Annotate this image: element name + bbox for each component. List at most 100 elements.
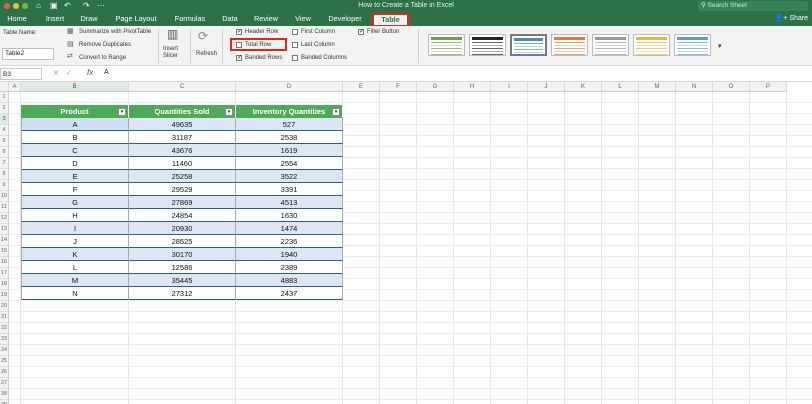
filter-dropdown-icon[interactable]: ▾ [332,108,340,116]
table-cell[interactable]: L [21,261,129,274]
column-header[interactable]: E [343,82,380,92]
table-cell[interactable]: I [21,222,129,235]
filter-dropdown-icon[interactable]: ▾ [118,108,126,116]
tab-page-layout[interactable]: Page Layout [111,12,161,26]
column-header[interactable]: G [417,82,454,92]
row-header[interactable]: 19 [0,290,9,301]
table-cell[interactable]: 2389 [236,261,343,274]
tab-data[interactable]: Data [219,12,241,26]
table-cell[interactable]: B [21,131,129,144]
row-header[interactable]: 8 [0,169,9,180]
row-header[interactable]: 25 [0,356,9,367]
row-header[interactable]: 20 [0,301,9,312]
row-header[interactable]: 27 [0,378,9,389]
banded-rows-checkbox[interactable]: ✓ [236,55,242,61]
remove-duplicates-button[interactable]: Remove Duplicates [79,42,131,48]
column-header[interactable]: O [713,82,750,92]
table-style-swatch[interactable] [674,34,711,56]
row-header[interactable]: 15 [0,246,9,257]
table-style-swatch[interactable] [592,34,629,56]
row-header[interactable]: 4 [0,125,9,136]
row-header[interactable]: 9 [0,180,9,191]
table-cell[interactable]: 24854 [129,209,236,222]
table-cell[interactable]: H [21,209,129,222]
table-cell[interactable]: 31187 [129,131,236,144]
table-cell[interactable]: F [21,183,129,196]
table-style-swatch[interactable] [633,34,670,56]
header-row-checkbox[interactable]: ✓ [236,29,242,35]
table-cell[interactable]: 35445 [129,274,236,287]
row-header[interactable]: 24 [0,345,9,356]
styles-more-icon[interactable]: ▾ [718,42,722,50]
name-box[interactable]: B3 [0,68,42,80]
select-all-corner[interactable] [0,82,9,92]
table-cell[interactable]: D [21,157,129,170]
table-cell[interactable]: M [21,274,129,287]
banded-columns-checkbox[interactable] [292,55,298,61]
table-cell[interactable]: 25258 [129,170,236,183]
tab-review[interactable]: Review [251,12,281,26]
row-header[interactable]: 5 [0,136,9,147]
table-cell[interactable]: E [21,170,129,183]
row-header[interactable]: 7 [0,158,9,169]
table-cell[interactable]: N [21,287,129,300]
function-icon[interactable]: fx [87,68,93,77]
table-cell[interactable]: 2236 [236,235,343,248]
table-cell[interactable]: 2437 [236,287,343,300]
filter-dropdown-icon[interactable]: ▾ [225,108,233,116]
row-header[interactable]: 14 [0,235,9,246]
row-header[interactable]: 29 [0,400,9,404]
table-cell[interactable]: A [21,118,129,131]
last-column-checkbox[interactable] [292,42,298,48]
column-header[interactable]: B [21,82,129,92]
refresh-button[interactable]: Refresh [196,51,217,57]
table-header-cell[interactable]: Product ▾ [21,105,129,118]
table-cell[interactable]: 12586 [129,261,236,274]
summarize-pivot-button[interactable]: Summarize with PivotTable [79,29,151,35]
table-cell[interactable]: K [21,248,129,261]
formula-input[interactable]: A [104,69,109,76]
row-header[interactable]: 10 [0,191,9,202]
table-cell[interactable]: 27869 [129,196,236,209]
row-header[interactable]: 11 [0,202,9,213]
table-cell[interactable]: 27312 [129,287,236,300]
tab-developer[interactable]: Developer [325,12,365,26]
column-header[interactable]: F [380,82,417,92]
table-cell[interactable]: 20930 [129,222,236,235]
row-header[interactable]: 18 [0,279,9,290]
tab-insert[interactable]: Insert [42,12,68,26]
first-column-checkbox[interactable] [292,29,298,35]
column-header[interactable]: H [454,82,491,92]
column-header[interactable]: L [602,82,639,92]
table-style-swatch[interactable] [551,34,588,56]
row-header[interactable]: 28 [0,389,9,400]
row-header[interactable]: 22 [0,323,9,334]
table-cell[interactable]: 29529 [129,183,236,196]
table-cell[interactable]: 11460 [129,157,236,170]
table-header-cell[interactable]: Quantities Sold ▾ [129,105,236,118]
row-header[interactable]: 1 [0,92,9,103]
table-cell[interactable]: 1474 [236,222,343,235]
table-cell[interactable]: 1940 [236,248,343,261]
table-cell[interactable]: 1619 [236,144,343,157]
column-header[interactable]: K [565,82,602,92]
tab-home[interactable]: Home [4,12,30,26]
row-header[interactable]: 12 [0,213,9,224]
column-header[interactable]: A [9,82,21,92]
tab-draw[interactable]: Draw [78,12,100,26]
confirm-icon[interactable]: ✓ [66,69,72,77]
table-cell[interactable]: J [21,235,129,248]
column-header[interactable]: N [676,82,713,92]
tab-view[interactable]: View [292,12,314,26]
table-cell[interactable]: C [21,144,129,157]
insert-slicer-button[interactable]: Insert Slicer [163,46,178,60]
row-header[interactable]: 26 [0,367,9,378]
row-header[interactable]: 2 [0,103,9,114]
column-header[interactable]: M [639,82,676,92]
table-cell[interactable]: 2554 [236,157,343,170]
table-style-swatch[interactable] [510,34,547,56]
table-cell[interactable]: 28525 [129,235,236,248]
row-header[interactable]: 17 [0,268,9,279]
tab-formulas[interactable]: Formulas [171,12,209,26]
column-header[interactable]: D [236,82,343,92]
